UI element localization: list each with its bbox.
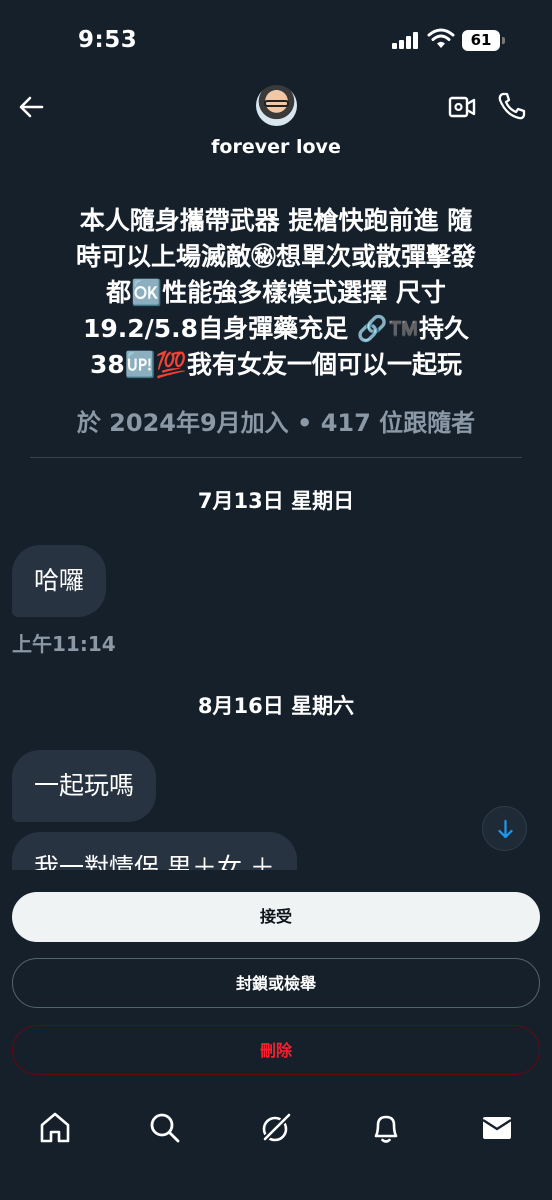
scroll-to-bottom-button[interactable] — [482, 806, 527, 851]
delete-button[interactable]: 刪除 — [12, 1025, 540, 1075]
accept-button[interactable]: 接受 — [12, 892, 540, 942]
block-report-button[interactable]: 封鎖或檢舉 — [12, 958, 540, 1008]
grok-icon[interactable] — [256, 1108, 296, 1148]
home-icon[interactable] — [35, 1108, 75, 1148]
date-separator: 8月16日 星期六 — [197, 694, 355, 718]
arrow-down-icon — [498, 819, 513, 839]
message-timestamp: 上午11:14 — [12, 632, 116, 656]
message-bubble[interactable]: 一起玩嗎 — [12, 750, 157, 822]
search-icon[interactable] — [145, 1108, 185, 1148]
date-separator: 7月13日 星期日 — [197, 489, 355, 513]
message-list[interactable]: 7月13日 星期日 哈囉 上午11:14 8月16日 星期六 一起玩嗎 我一對情… — [0, 0, 552, 870]
bottom-tab-bar — [0, 1090, 552, 1200]
mail-icon[interactable] — [477, 1108, 517, 1148]
bell-icon[interactable] — [366, 1108, 406, 1148]
message-bubble[interactable]: 我一對情侶 男＋女 ＋ — [12, 832, 297, 870]
message-bubble[interactable]: 哈囉 — [12, 545, 107, 617]
